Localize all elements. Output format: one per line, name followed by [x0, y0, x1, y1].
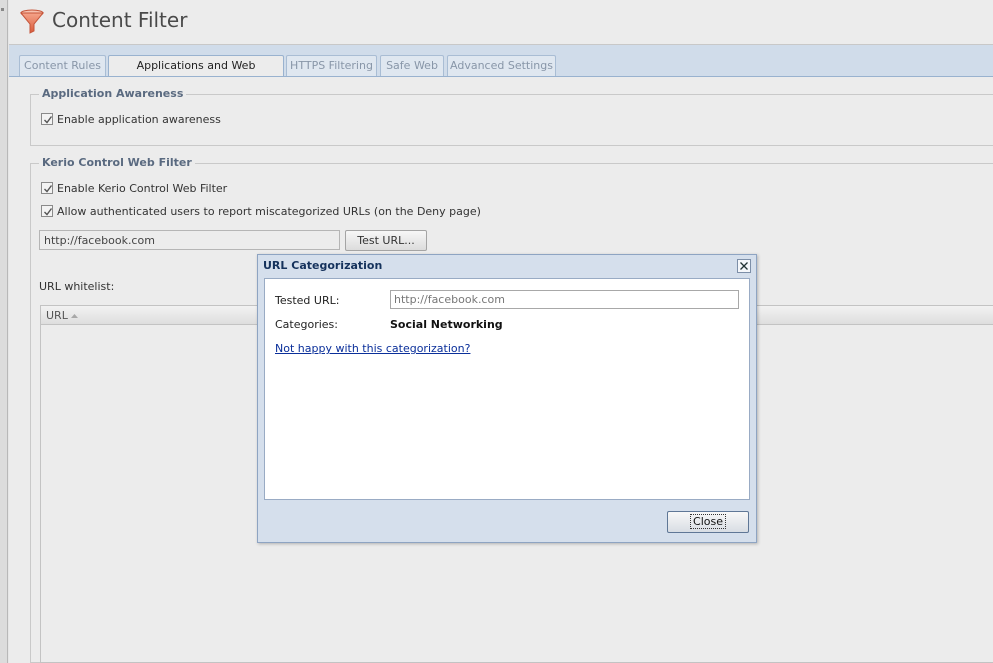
column-header-url[interactable]: URL	[46, 309, 68, 322]
dialog-body: Tested URL: http://facebook.com Categori…	[264, 278, 750, 500]
categories-label: Categories:	[275, 318, 338, 331]
application-awareness-legend: Application Awareness	[39, 87, 187, 100]
close-icon	[740, 262, 748, 270]
page-title: Content Filter	[52, 8, 188, 32]
sort-ascending-icon	[71, 314, 78, 318]
categories-value: Social Networking	[390, 318, 503, 331]
checkmark-icon	[44, 116, 53, 124]
close-button-label: Close	[690, 514, 726, 529]
tab-https-filtering[interactable]: HTTPS Filtering	[286, 55, 377, 77]
edge-marker	[1, 8, 4, 11]
close-button[interactable]: Close	[667, 511, 749, 533]
checkmark-icon	[44, 208, 53, 216]
test-url-input[interactable]: http://facebook.com	[39, 230, 340, 250]
checkmark-icon	[44, 185, 53, 193]
tab-content-rules[interactable]: Content Rules	[19, 55, 106, 77]
enable-web-filter-checkbox[interactable]	[41, 182, 53, 194]
url-whitelist-label: URL whitelist:	[39, 280, 115, 293]
tab-applications-web-categories[interactable]: Applications and Web Categories	[108, 55, 284, 92]
dialog-title: URL Categorization	[263, 259, 383, 272]
enable-application-awareness-label: Enable application awareness	[57, 113, 221, 126]
funnel-icon	[19, 9, 45, 34]
url-categorization-dialog: URL Categorization Tested URL: http://fa…	[257, 254, 757, 543]
web-filter-legend: Kerio Control Web Filter	[39, 156, 195, 169]
tested-url-field[interactable]: http://facebook.com	[390, 290, 739, 309]
allow-report-miscategorized-label: Allow authenticated users to report misc…	[57, 205, 481, 218]
allow-report-miscategorized-checkbox[interactable]	[41, 205, 53, 217]
not-happy-categorization-link[interactable]: Not happy with this categorization?	[275, 342, 470, 355]
dialog-close-icon[interactable]	[737, 259, 751, 273]
page-header: Content Filter	[9, 0, 993, 45]
enable-web-filter-label: Enable Kerio Control Web Filter	[57, 182, 228, 195]
tab-advanced-settings[interactable]: Advanced Settings	[447, 55, 556, 77]
tab-safe-web[interactable]: Safe Web	[380, 55, 444, 77]
test-url-button[interactable]: Test URL...	[345, 230, 427, 251]
left-edge-strip	[0, 0, 8, 663]
enable-application-awareness-checkbox[interactable]	[41, 113, 53, 125]
tested-url-label: Tested URL:	[275, 294, 340, 307]
